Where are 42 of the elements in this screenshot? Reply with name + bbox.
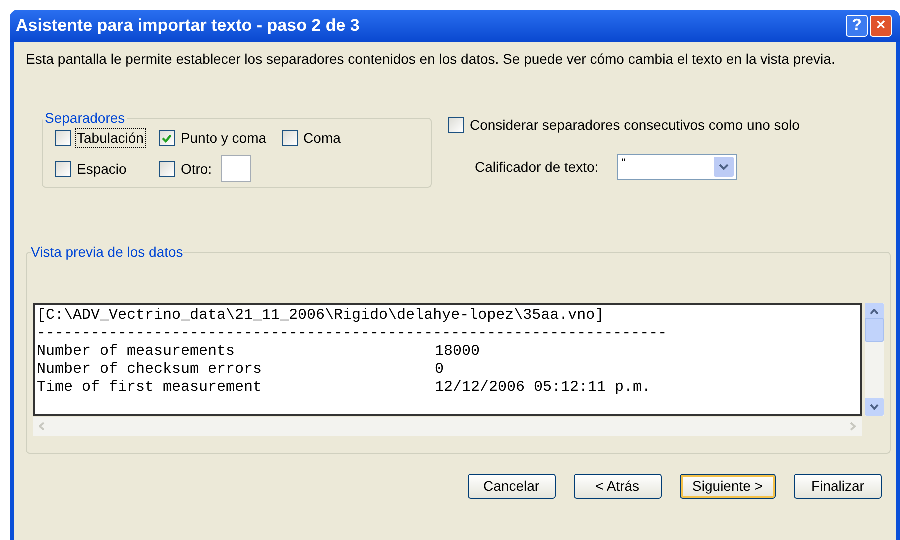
checkbox-label: Coma: [302, 129, 342, 147]
dialog-button[interactable]: < Atrás: [574, 474, 662, 499]
group-title: Separadores: [44, 109, 126, 128]
dialog-button[interactable]: Cancelar: [468, 474, 556, 499]
checkbox[interactable]: [158, 130, 175, 146]
qualifier-dropdown[interactable]: ": [616, 154, 737, 180]
scroll-thumb[interactable]: [865, 318, 884, 342]
preview-value: 12/12/2006 05:12:11 p.m.: [435, 379, 652, 397]
vertical-scrollbar[interactable]: [865, 303, 884, 416]
qualifier-label: Calificador de texto:: [475, 158, 599, 176]
dialog-button[interactable]: Siguiente >: [680, 474, 776, 499]
checkbox[interactable]: [55, 160, 71, 176]
checkbox[interactable]: [448, 117, 464, 133]
arrow-down-icon: [870, 404, 879, 410]
help-button[interactable]: ?: [846, 15, 868, 37]
preview-value: 18000: [435, 343, 480, 361]
check-icon: [162, 134, 172, 142]
checkbox[interactable]: [55, 130, 71, 146]
checkbox-label: Otro:: [180, 160, 214, 178]
checkbox-label: Considerar separadores consecutivos como uno solo: [469, 116, 801, 134]
preview-value: 0: [435, 361, 444, 379]
dialog-button[interactable]: Finalizar: [794, 474, 882, 499]
preview-line: ----------------------------------------------------------------------: [37, 325, 668, 343]
group-title: Vista previa de los datos: [31, 243, 184, 262]
intro-text: Esta pantalla le permite establecer los separadores contenidos en los datos. Se puede ver cómo cambia el texto en la vista previa.: [26, 50, 836, 68]
checkbox-label: Espacio: [76, 160, 128, 178]
checkbox-label: Punto y coma: [180, 129, 268, 147]
checkbox-label: Tabulación: [76, 129, 145, 147]
preview-label: Time of first measurement: [37, 379, 264, 397]
window-title: Asistente para importar texto - paso 2 de 3: [16, 15, 360, 38]
arrow-left-icon: [39, 422, 45, 431]
close-button[interactable]: ×: [870, 15, 892, 37]
horizontal-scrollbar[interactable]: [33, 417, 862, 436]
checkbox[interactable]: [282, 130, 298, 146]
chevron-down-icon: [718, 164, 729, 170]
other-separator-field[interactable]: [221, 155, 252, 182]
preview-label: Number of measurements: [37, 343, 236, 361]
arrow-right-icon: [850, 422, 856, 431]
arrow-up-icon: [870, 309, 879, 315]
checkbox[interactable]: [158, 160, 175, 176]
preview-line: [C:\ADV_Vectrino_data\21_11_2006\Rigido\delahye-lopez\35aa.vno]: [37, 307, 604, 325]
preview-label: Number of checksum errors: [37, 361, 264, 379]
